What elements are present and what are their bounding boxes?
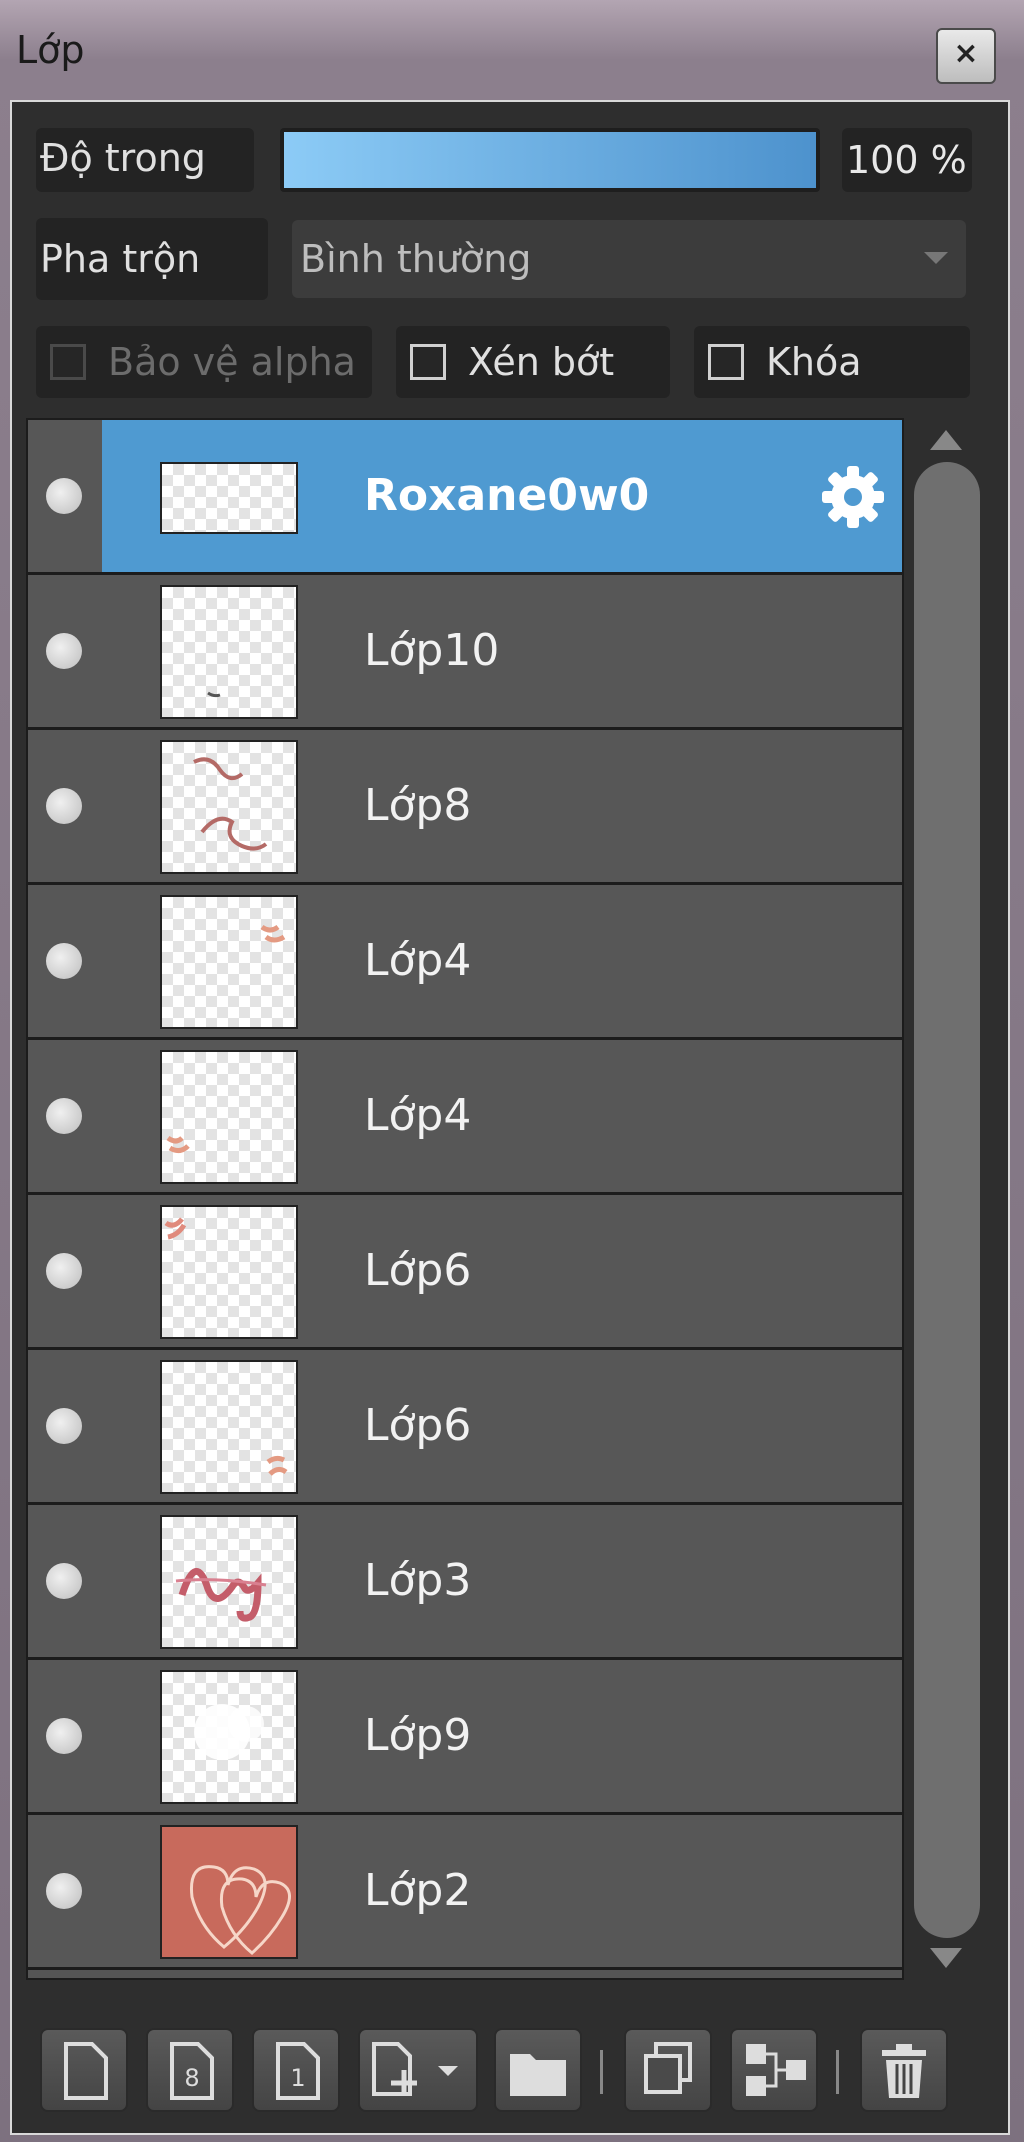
svg-text:1: 1 (290, 2064, 305, 2092)
new-layer-icon (64, 2042, 108, 2100)
visibility-toggle[interactable] (28, 1040, 102, 1192)
visibility-dot-icon (46, 788, 82, 824)
visibility-toggle[interactable] (28, 1350, 102, 1502)
layer-name: Lớp4 (364, 1090, 472, 1141)
new-layer-button[interactable] (40, 2028, 128, 2112)
gear-icon[interactable] (818, 462, 888, 532)
blend-label: Pha trộn (36, 218, 268, 300)
layer-row[interactable]: Roxane0w0 (28, 420, 902, 575)
layer-thumbnail (160, 1825, 298, 1959)
layer-name: Roxane0w0 (364, 470, 650, 521)
visibility-toggle[interactable] (28, 1815, 102, 1967)
layer-row[interactable]: Lớp9 (28, 1660, 902, 1815)
chevron-down-icon (924, 252, 948, 264)
layer-name: Lớp9 (364, 1710, 472, 1761)
visibility-toggle[interactable] (28, 1505, 102, 1657)
opacity-label: Độ trong (36, 128, 254, 192)
new-folder-button[interactable] (494, 2028, 582, 2112)
visibility-dot-icon (46, 633, 82, 669)
layer-name: Lớp6 (364, 1245, 472, 1296)
layer-row[interactable]: Lớp4 (28, 885, 902, 1040)
opacity-value[interactable]: 100 % (842, 128, 972, 192)
new-8bit-layer-icon: 8 (170, 2042, 214, 2100)
layer-row[interactable]: Lớp3 (28, 1505, 902, 1660)
layer-list: Roxane0w0 Lớp10 Lớp8 Lớp4 Lớp4 Lớp6 Lớp6… (26, 418, 904, 1980)
layer-row[interactable]: Lớp2 (28, 1815, 902, 1970)
delete-icon (882, 2044, 926, 2098)
layer-row[interactable]: Lớp10 (28, 575, 902, 730)
checkbox-square (50, 344, 86, 380)
layer-thumbnail (160, 1205, 298, 1339)
layer-name: Lớp4 (364, 935, 472, 986)
add-layer-dropdown-button[interactable] (358, 2028, 478, 2112)
protect-alpha-checkbox[interactable]: Bảo vệ alpha (36, 326, 372, 398)
visibility-dot-icon (46, 1718, 82, 1754)
blend-mode-select[interactable]: Bình thường (292, 220, 966, 298)
layer-name: Lớp2 (364, 1865, 472, 1916)
close-button[interactable]: × (936, 28, 996, 84)
toolbar-separator (836, 2050, 839, 2094)
layer-thumbnail (160, 1670, 298, 1804)
lock-label: Khóa (766, 340, 862, 384)
checkbox-square (708, 344, 744, 380)
new-1bit-layer-icon: 1 (276, 2042, 320, 2100)
layer-row[interactable]: Lớp4 (28, 1040, 902, 1195)
visibility-toggle[interactable] (28, 1660, 102, 1812)
layer-thumbnail (160, 462, 298, 534)
visibility-dot-icon (46, 943, 82, 979)
layer-name: Lớp8 (364, 780, 472, 831)
visibility-toggle[interactable] (28, 575, 102, 727)
visibility-dot-icon (46, 1098, 82, 1134)
svg-text:8: 8 (184, 2064, 199, 2092)
visibility-toggle[interactable] (28, 885, 102, 1037)
folder-icon (510, 2054, 566, 2096)
layer-window: Lớp × Độ trong 100 % Pha trộn Bình thườn… (0, 0, 1024, 2142)
visibility-dot-icon (46, 478, 82, 514)
duplicate-icon (644, 2042, 692, 2094)
protect-alpha-label: Bảo vệ alpha (108, 340, 356, 384)
merge-down-icon (746, 2044, 806, 2096)
visibility-dot-icon (46, 1253, 82, 1289)
layer-toolbar: 8 1 (26, 2014, 982, 2124)
layer-thumbnail (160, 1360, 298, 1494)
layer-name: Lớp6 (364, 1400, 472, 1451)
layer-name: Lớp10 (364, 625, 500, 676)
visibility-toggle[interactable] (28, 1195, 102, 1347)
layer-row[interactable]: Lớp8 (28, 730, 902, 885)
visibility-toggle[interactable] (28, 420, 102, 572)
opacity-slider[interactable] (280, 128, 820, 192)
checkbox-square (410, 344, 446, 380)
opacity-slider-fill (284, 132, 816, 188)
visibility-dot-icon (46, 1563, 82, 1599)
close-icon: × (953, 36, 979, 71)
visibility-toggle[interactable] (28, 730, 102, 882)
scroll-up-icon[interactable] (930, 430, 962, 450)
layer-thumbnail (160, 895, 298, 1029)
layer-row[interactable]: Lớp6 (28, 1195, 902, 1350)
layer-scrollbar[interactable] (912, 418, 982, 1980)
layer-thumbnail (160, 585, 298, 719)
toolbar-separator (600, 2050, 603, 2094)
clip-label: Xén bớt (468, 340, 615, 384)
layer-thumbnail (160, 1050, 298, 1184)
layer-row[interactable]: Lớp6 (28, 1350, 902, 1505)
clip-checkbox[interactable]: Xén bớt (396, 326, 670, 398)
delete-layer-button[interactable] (860, 2028, 948, 2112)
add-layer-dropdown-icon (372, 2042, 458, 2096)
layer-name: Lớp3 (364, 1555, 472, 1606)
title-bar: Lớp × (0, 0, 1024, 100)
scrollbar-thumb[interactable] (914, 462, 980, 1938)
visibility-dot-icon (46, 1873, 82, 1909)
lock-checkbox[interactable]: Khóa (694, 326, 970, 398)
blend-mode-value: Bình thường (300, 237, 532, 281)
new-8bit-layer-button[interactable]: 8 (146, 2028, 234, 2112)
scroll-down-icon[interactable] (930, 1948, 962, 1968)
new-1bit-layer-button[interactable]: 1 (252, 2028, 340, 2112)
window-title: Lớp (16, 28, 85, 72)
duplicate-layer-button[interactable] (624, 2028, 712, 2112)
layer-thumbnail (160, 740, 298, 874)
merge-down-button[interactable] (730, 2028, 818, 2112)
layer-thumbnail (160, 1515, 298, 1649)
visibility-dot-icon (46, 1408, 82, 1444)
